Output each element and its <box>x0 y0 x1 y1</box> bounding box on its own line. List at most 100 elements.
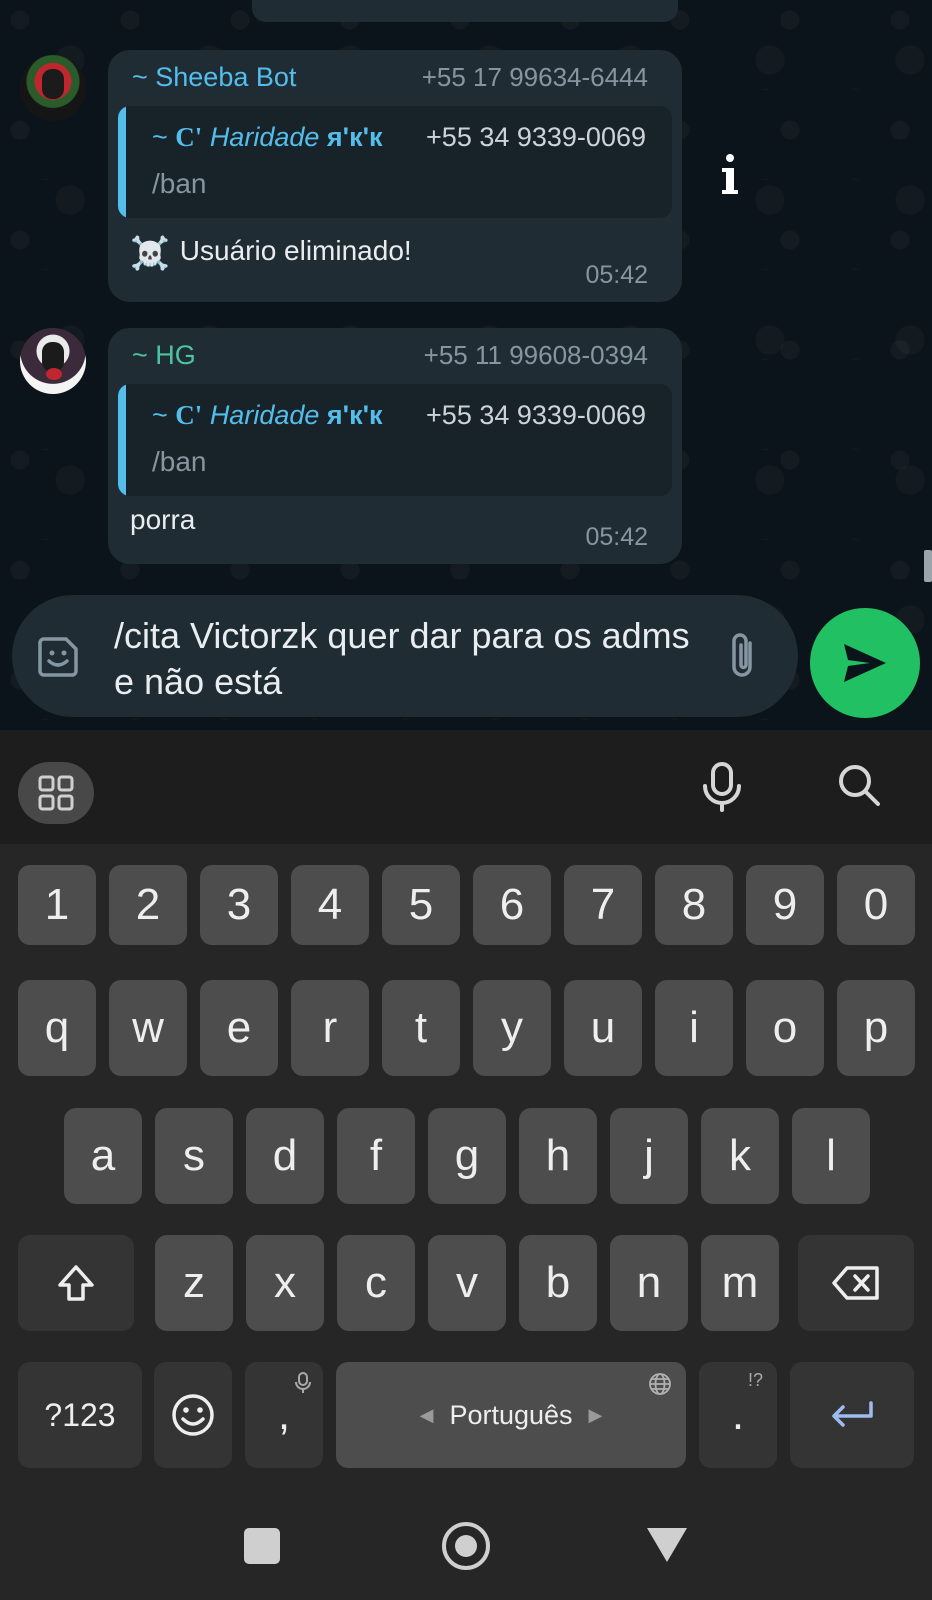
key-x[interactable]: x <box>246 1235 324 1331</box>
enter-icon <box>832 1401 873 1427</box>
microphone-hint-icon <box>295 1372 311 1393</box>
recent-apps-button[interactable] <box>244 1528 280 1564</box>
key-0[interactable]: 0 <box>837 865 915 945</box>
key-v[interactable]: v <box>428 1235 506 1331</box>
send-icon <box>844 644 886 682</box>
key-l[interactable]: l <box>792 1108 870 1204</box>
backspace-key[interactable] <box>798 1235 914 1331</box>
quoted-sender-prefix: ~ <box>152 122 168 152</box>
key-a[interactable]: a <box>64 1108 142 1204</box>
quoted-sender-prefix: ~ <box>152 400 168 430</box>
quoted-text: /ban <box>152 168 207 199</box>
message-bubble[interactable]: ~ HG +55 11 99608-0394 ~ C' Haridade я'к… <box>108 328 682 564</box>
quote-bar <box>118 106 126 218</box>
quoted-message[interactable]: ~ C' Haridade я'к'к +55 34 9339-0069 /ba… <box>118 384 672 496</box>
key-j[interactable]: j <box>610 1108 688 1204</box>
quoted-phone: +55 34 9339-0069 <box>426 400 646 430</box>
quote-bar <box>118 384 126 496</box>
quoted-sender-suffix: я'к'к <box>326 122 383 152</box>
message-bubble[interactable]: ~ Sheeba Bot +55 17 99634-6444 ~ C' Hari… <box>108 50 682 302</box>
apps-grid-icon <box>38 775 74 811</box>
key-f[interactable]: f <box>337 1108 415 1204</box>
key-y[interactable]: y <box>473 980 551 1076</box>
key-d[interactable]: d <box>246 1108 324 1204</box>
microphone-icon[interactable] <box>700 760 744 814</box>
info-icon[interactable] <box>712 150 748 198</box>
period-key[interactable]: !? . <box>699 1362 777 1468</box>
search-icon[interactable] <box>836 762 882 808</box>
key-4[interactable]: 4 <box>291 865 369 945</box>
key-b[interactable]: b <box>519 1235 597 1331</box>
apps-grid-button[interactable] <box>18 762 94 824</box>
message-text: ☠️ Usuário eliminado! <box>130 234 412 272</box>
key-8[interactable]: 8 <box>655 865 733 945</box>
comma-key[interactable]: , <box>245 1362 323 1468</box>
home-button[interactable] <box>442 1522 490 1570</box>
message-sender[interactable]: ~ HG <box>132 340 196 371</box>
avatar-cloud <box>46 368 62 380</box>
key-k[interactable]: k <box>701 1108 779 1204</box>
key-6[interactable]: 6 <box>473 865 551 945</box>
message-input-bar[interactable]: /cita Victorzk quer dar para os adms e n… <box>12 595 798 717</box>
period-label: . <box>731 1390 745 1439</box>
chat-area[interactable]: ~ Sheeba Bot +55 17 99634-6444 ~ C' Hari… <box>0 0 932 730</box>
send-button[interactable] <box>810 608 920 718</box>
key-i[interactable]: i <box>655 980 733 1076</box>
quoted-phone: +55 34 9339-0069 <box>426 122 646 152</box>
paperclip-icon[interactable] <box>724 631 764 683</box>
symbols-key[interactable]: ?123 <box>18 1362 142 1468</box>
quoted-sender-name: Haridade <box>209 400 320 430</box>
key-1[interactable]: 1 <box>18 865 96 945</box>
backspace-icon <box>832 1266 879 1300</box>
comma-label: , <box>277 1390 291 1439</box>
avatar[interactable] <box>20 328 86 394</box>
emoji-icon <box>172 1394 214 1436</box>
sticker-icon[interactable] <box>36 635 80 679</box>
message-text: porra <box>130 504 196 535</box>
quoted-message[interactable]: ~ C' Haridade я'к'к +55 34 9339-0069 /ba… <box>118 106 672 218</box>
key-w[interactable]: w <box>109 980 187 1076</box>
key-h[interactable]: h <box>519 1108 597 1204</box>
message-body: Usuário eliminado! <box>179 235 412 266</box>
quoted-sender-name: Haridade <box>209 122 320 152</box>
avatar-figure <box>42 69 64 99</box>
message-input[interactable]: /cita Victorzk quer dar para os adms e n… <box>114 613 704 705</box>
shift-icon <box>58 1265 94 1301</box>
message-time: 05:42 <box>585 523 648 551</box>
key-p[interactable]: p <box>837 980 915 1076</box>
key-m[interactable]: m <box>701 1235 779 1331</box>
key-c[interactable]: c <box>337 1235 415 1331</box>
key-z[interactable]: z <box>155 1235 233 1331</box>
key-7[interactable]: 7 <box>564 865 642 945</box>
message-sender[interactable]: ~ Sheeba Bot <box>132 62 296 93</box>
key-2[interactable]: 2 <box>109 865 187 945</box>
key-o[interactable]: o <box>746 980 824 1076</box>
key-q[interactable]: q <box>18 980 96 1076</box>
space-left-arrow: ◀ <box>419 1404 434 1425</box>
key-s[interactable]: s <box>155 1108 233 1204</box>
key-e[interactable]: e <box>200 980 278 1076</box>
quoted-sender-c: C' <box>175 400 203 430</box>
emoji-key[interactable] <box>154 1362 232 1468</box>
key-n[interactable]: n <box>610 1235 688 1331</box>
key-9[interactable]: 9 <box>746 865 824 945</box>
previous-message-bubble <box>252 0 678 22</box>
key-5[interactable]: 5 <box>382 865 460 945</box>
enter-key[interactable] <box>790 1362 914 1468</box>
scrollbar-thumb[interactable] <box>924 550 932 582</box>
key-u[interactable]: u <box>564 980 642 1076</box>
language-label: Português <box>449 1399 573 1430</box>
avatar[interactable] <box>20 55 86 121</box>
space-key[interactable]: ◀ Português ▶ <box>336 1362 686 1468</box>
shift-key[interactable] <box>18 1235 134 1331</box>
key-t[interactable]: t <box>382 980 460 1076</box>
quoted-sender-c: C' <box>175 122 203 152</box>
back-button[interactable] <box>647 1528 687 1562</box>
space-right-arrow: ▶ <box>588 1404 603 1425</box>
key-3[interactable]: 3 <box>200 865 278 945</box>
quoted-text: /ban <box>152 446 207 477</box>
system-navigation-bar <box>0 1476 932 1600</box>
key-r[interactable]: r <box>291 980 369 1076</box>
quoted-sender: ~ C' Haridade я'к'к <box>152 400 383 431</box>
key-g[interactable]: g <box>428 1108 506 1204</box>
